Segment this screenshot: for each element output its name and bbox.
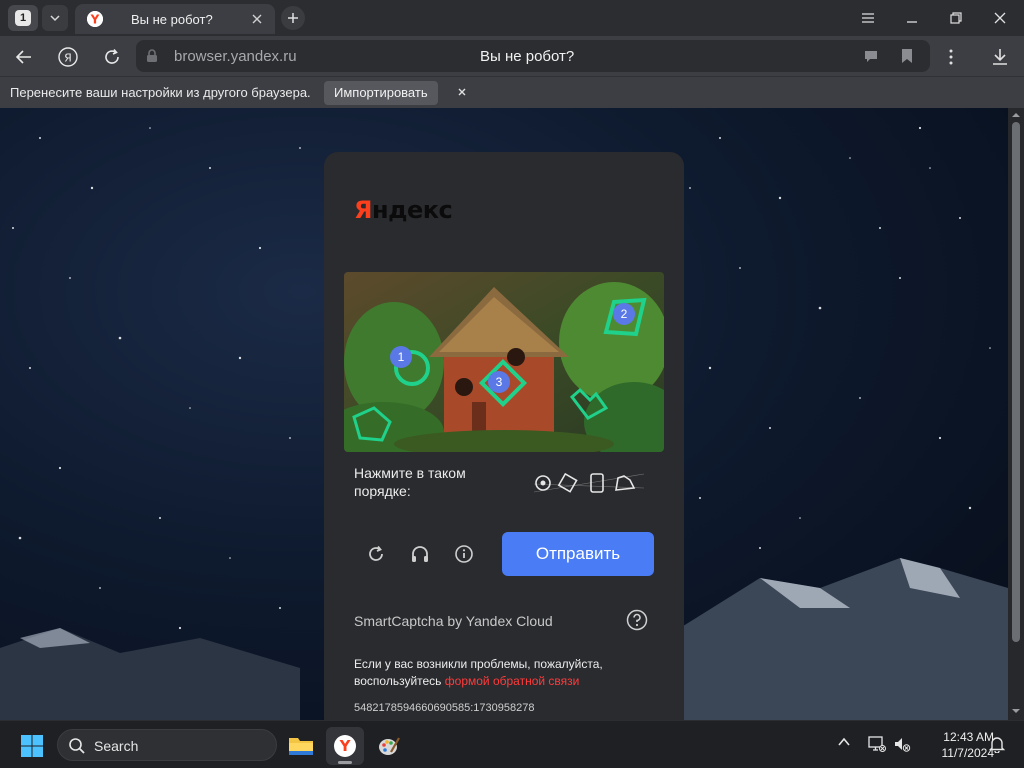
- reload-button[interactable]: [99, 44, 125, 70]
- more-vertical-icon: [949, 49, 953, 65]
- infobar-message: Перенесите ваши настройки из другого бра…: [10, 85, 311, 100]
- hamburger-menu-icon: [862, 13, 874, 23]
- restore-button[interactable]: [941, 6, 971, 30]
- yandex-favicon-icon: Y: [87, 11, 103, 27]
- close-icon: [994, 12, 1006, 24]
- title-bar: 1 Y Вы не робот?: [0, 0, 1024, 36]
- captcha-card: Яндекс 1 2 3 Нажмите в таком порядке: От…: [324, 152, 684, 720]
- show-hidden-icons-icon[interactable]: [837, 735, 851, 749]
- system-clock[interactable]: 12:43 AM 11/7/2024: [916, 729, 995, 761]
- browser-menu-button[interactable]: [853, 6, 883, 30]
- navigation-bar: Я browser.yandex.ru Вы не робот?: [0, 36, 1024, 76]
- new-tab-button[interactable]: [281, 6, 305, 30]
- audio-captcha-button[interactable]: [408, 542, 432, 566]
- yandex-logo-icon: Я: [58, 47, 78, 67]
- captcha-marker-1: 1: [390, 346, 412, 368]
- smartcaptcha-brand: SmartCaptcha by Yandex Cloud: [354, 613, 553, 629]
- clock-date: 11/7/2024: [941, 746, 995, 760]
- captcha-image[interactable]: 1 2 3: [344, 272, 664, 452]
- close-window-button[interactable]: [985, 6, 1015, 30]
- back-button[interactable]: [11, 44, 37, 70]
- paint-app[interactable]: [370, 727, 408, 765]
- page-background: Яндекс 1 2 3 Нажмите в таком порядке: От…: [0, 108, 1008, 720]
- import-settings-infobar: Перенесите ваши настройки из другого бра…: [0, 76, 1024, 108]
- minimize-icon: [907, 21, 917, 23]
- captcha-marker-3: 3: [488, 371, 510, 393]
- svg-text:Y: Y: [90, 13, 100, 27]
- restore-icon: [950, 12, 962, 24]
- search-icon: [69, 738, 85, 754]
- feedback-form-link[interactable]: формой обратной связи: [445, 674, 580, 688]
- svg-text:Я: Я: [64, 52, 72, 65]
- chat-icon[interactable]: [863, 48, 879, 64]
- tab-title: Вы не робот?: [131, 11, 213, 27]
- downloads-button[interactable]: [987, 44, 1013, 70]
- file-explorer-app[interactable]: [282, 727, 320, 765]
- problem-notice: Если у вас возникли проблемы, пожалуйста…: [354, 656, 634, 690]
- network-icon[interactable]: [868, 735, 886, 753]
- palette-icon: [379, 737, 400, 755]
- captcha-info-button[interactable]: [452, 542, 476, 566]
- windows-taskbar: Search Y 12:43 AM 11/7/2024: [0, 720, 1024, 768]
- more-options-button[interactable]: [938, 44, 964, 70]
- yandex-logo: Яндекс: [354, 196, 453, 224]
- tab-list-dropdown[interactable]: [42, 5, 68, 31]
- tab-close-icon[interactable]: [249, 11, 265, 27]
- notification-bell-icon[interactable]: [989, 735, 1005, 753]
- page-scrollbar[interactable]: [1008, 108, 1024, 720]
- lock-icon: [147, 49, 157, 62]
- tab-count-button[interactable]: 1: [8, 5, 38, 31]
- captcha-instruction: Нажмите в таком порядке:: [354, 465, 466, 499]
- taskbar-search[interactable]: Search: [57, 729, 277, 761]
- url-text: browser.yandex.ru: [174, 48, 297, 65]
- submit-button[interactable]: Отправить: [502, 532, 654, 576]
- active-app-indicator: [338, 761, 352, 764]
- help-icon[interactable]: [626, 609, 648, 631]
- clock-time: 12:43 AM: [943, 730, 994, 744]
- yandex-browser-app[interactable]: Y: [326, 727, 364, 765]
- captcha-token: 5482178594660690585:1730958278: [354, 702, 535, 714]
- browser-tab[interactable]: Y Вы не робот?: [75, 4, 275, 34]
- scrollbar-thumb[interactable]: [1012, 122, 1020, 642]
- yandex-browser-icon: Y: [334, 735, 356, 757]
- download-icon: [993, 49, 1007, 65]
- refresh-icon: [369, 545, 383, 561]
- bookmark-icon[interactable]: [900, 48, 914, 64]
- arrow-left-icon: [15, 50, 31, 64]
- captcha-marker-2: 2: [613, 303, 635, 325]
- svg-text:Y: Y: [339, 737, 352, 755]
- refresh-captcha-button[interactable]: [364, 542, 388, 566]
- page-title: Вы не робот?: [480, 48, 575, 65]
- minimize-button[interactable]: [897, 6, 927, 30]
- reload-icon: [105, 48, 119, 64]
- scroll-down-icon[interactable]: [1011, 706, 1021, 716]
- folder-icon: [289, 738, 313, 755]
- yandex-button[interactable]: Я: [55, 44, 81, 70]
- search-placeholder: Search: [94, 738, 139, 754]
- infobar-close-icon[interactable]: [456, 85, 468, 99]
- import-button[interactable]: Импортировать: [324, 81, 438, 105]
- headphones-icon: [412, 546, 428, 562]
- windows-start-icon[interactable]: [20, 734, 44, 758]
- chevron-down-icon: [50, 15, 60, 22]
- captcha-order-hint-icon: [534, 472, 644, 493]
- info-icon: [455, 545, 473, 563]
- scroll-up-icon[interactable]: [1011, 110, 1021, 120]
- tab-count: 1: [15, 10, 31, 26]
- plus-icon: [288, 13, 298, 23]
- address-bar[interactable]: browser.yandex.ru Вы не робот?: [136, 40, 930, 72]
- volume-muted-icon[interactable]: [893, 735, 911, 753]
